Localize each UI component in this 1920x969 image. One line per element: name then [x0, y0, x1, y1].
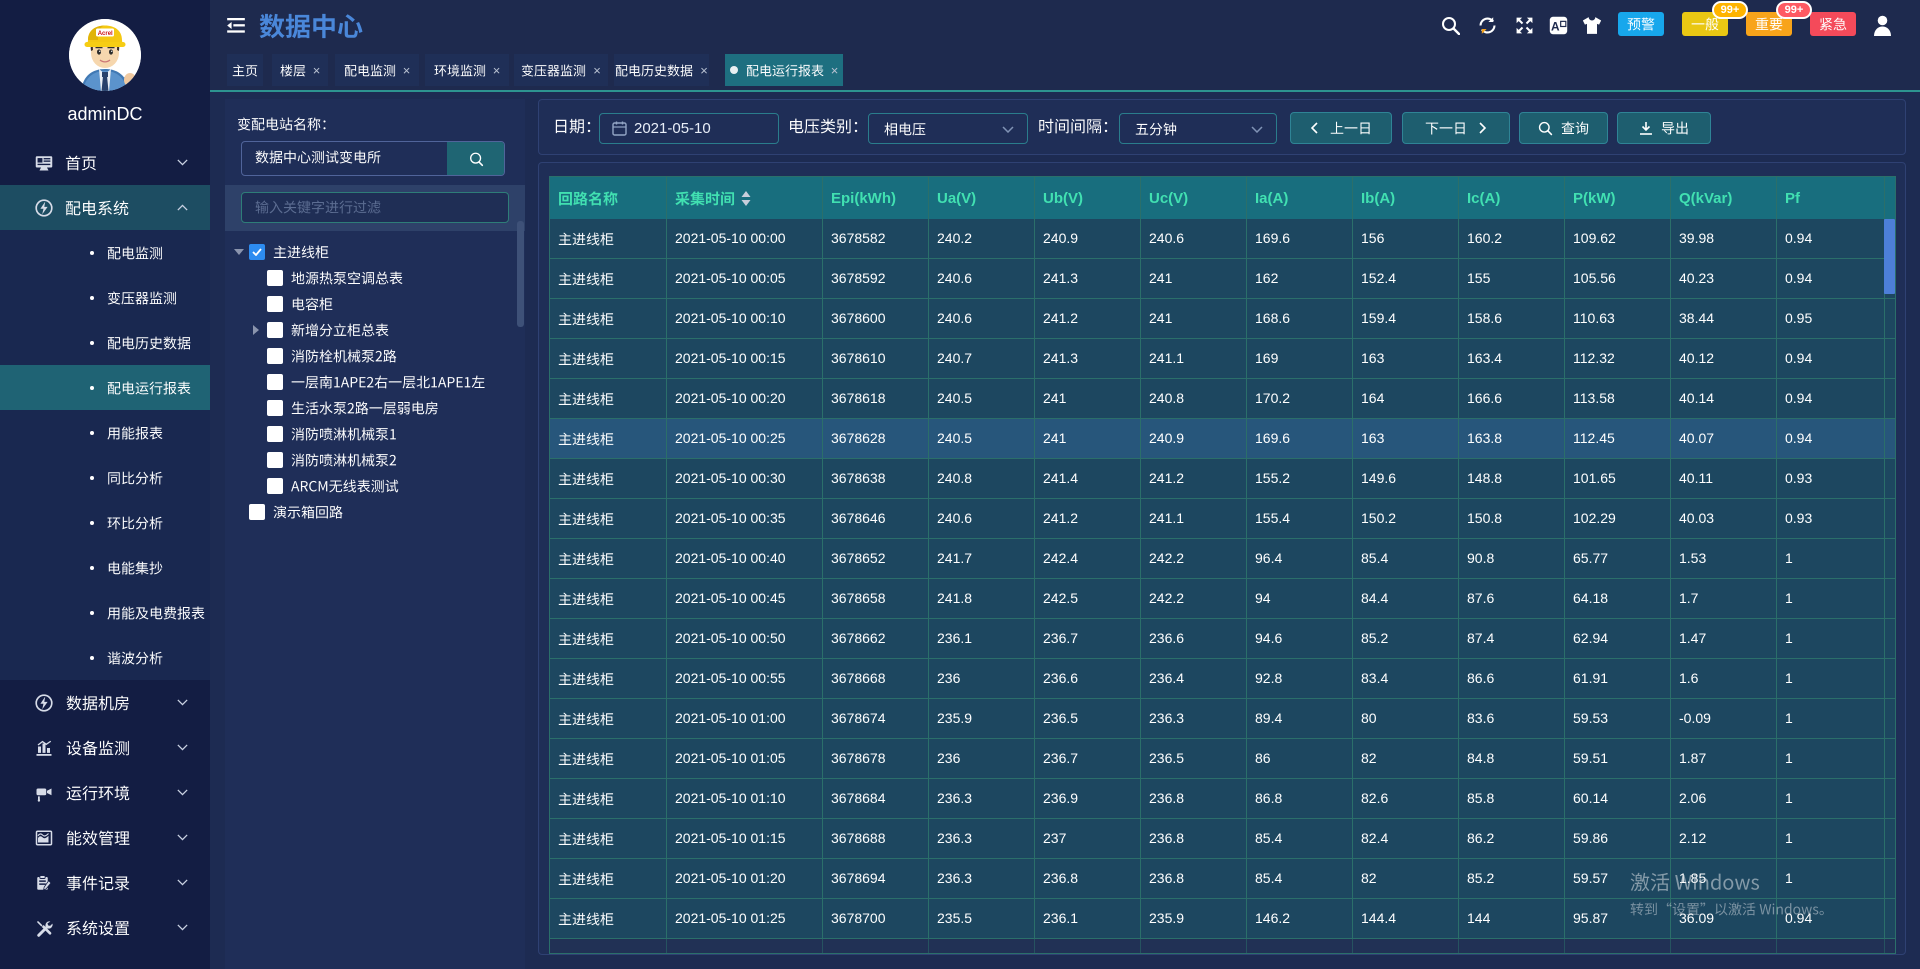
- svg-text:Acrel: Acrel: [98, 31, 113, 37]
- svg-text:A: A: [1551, 19, 1560, 33]
